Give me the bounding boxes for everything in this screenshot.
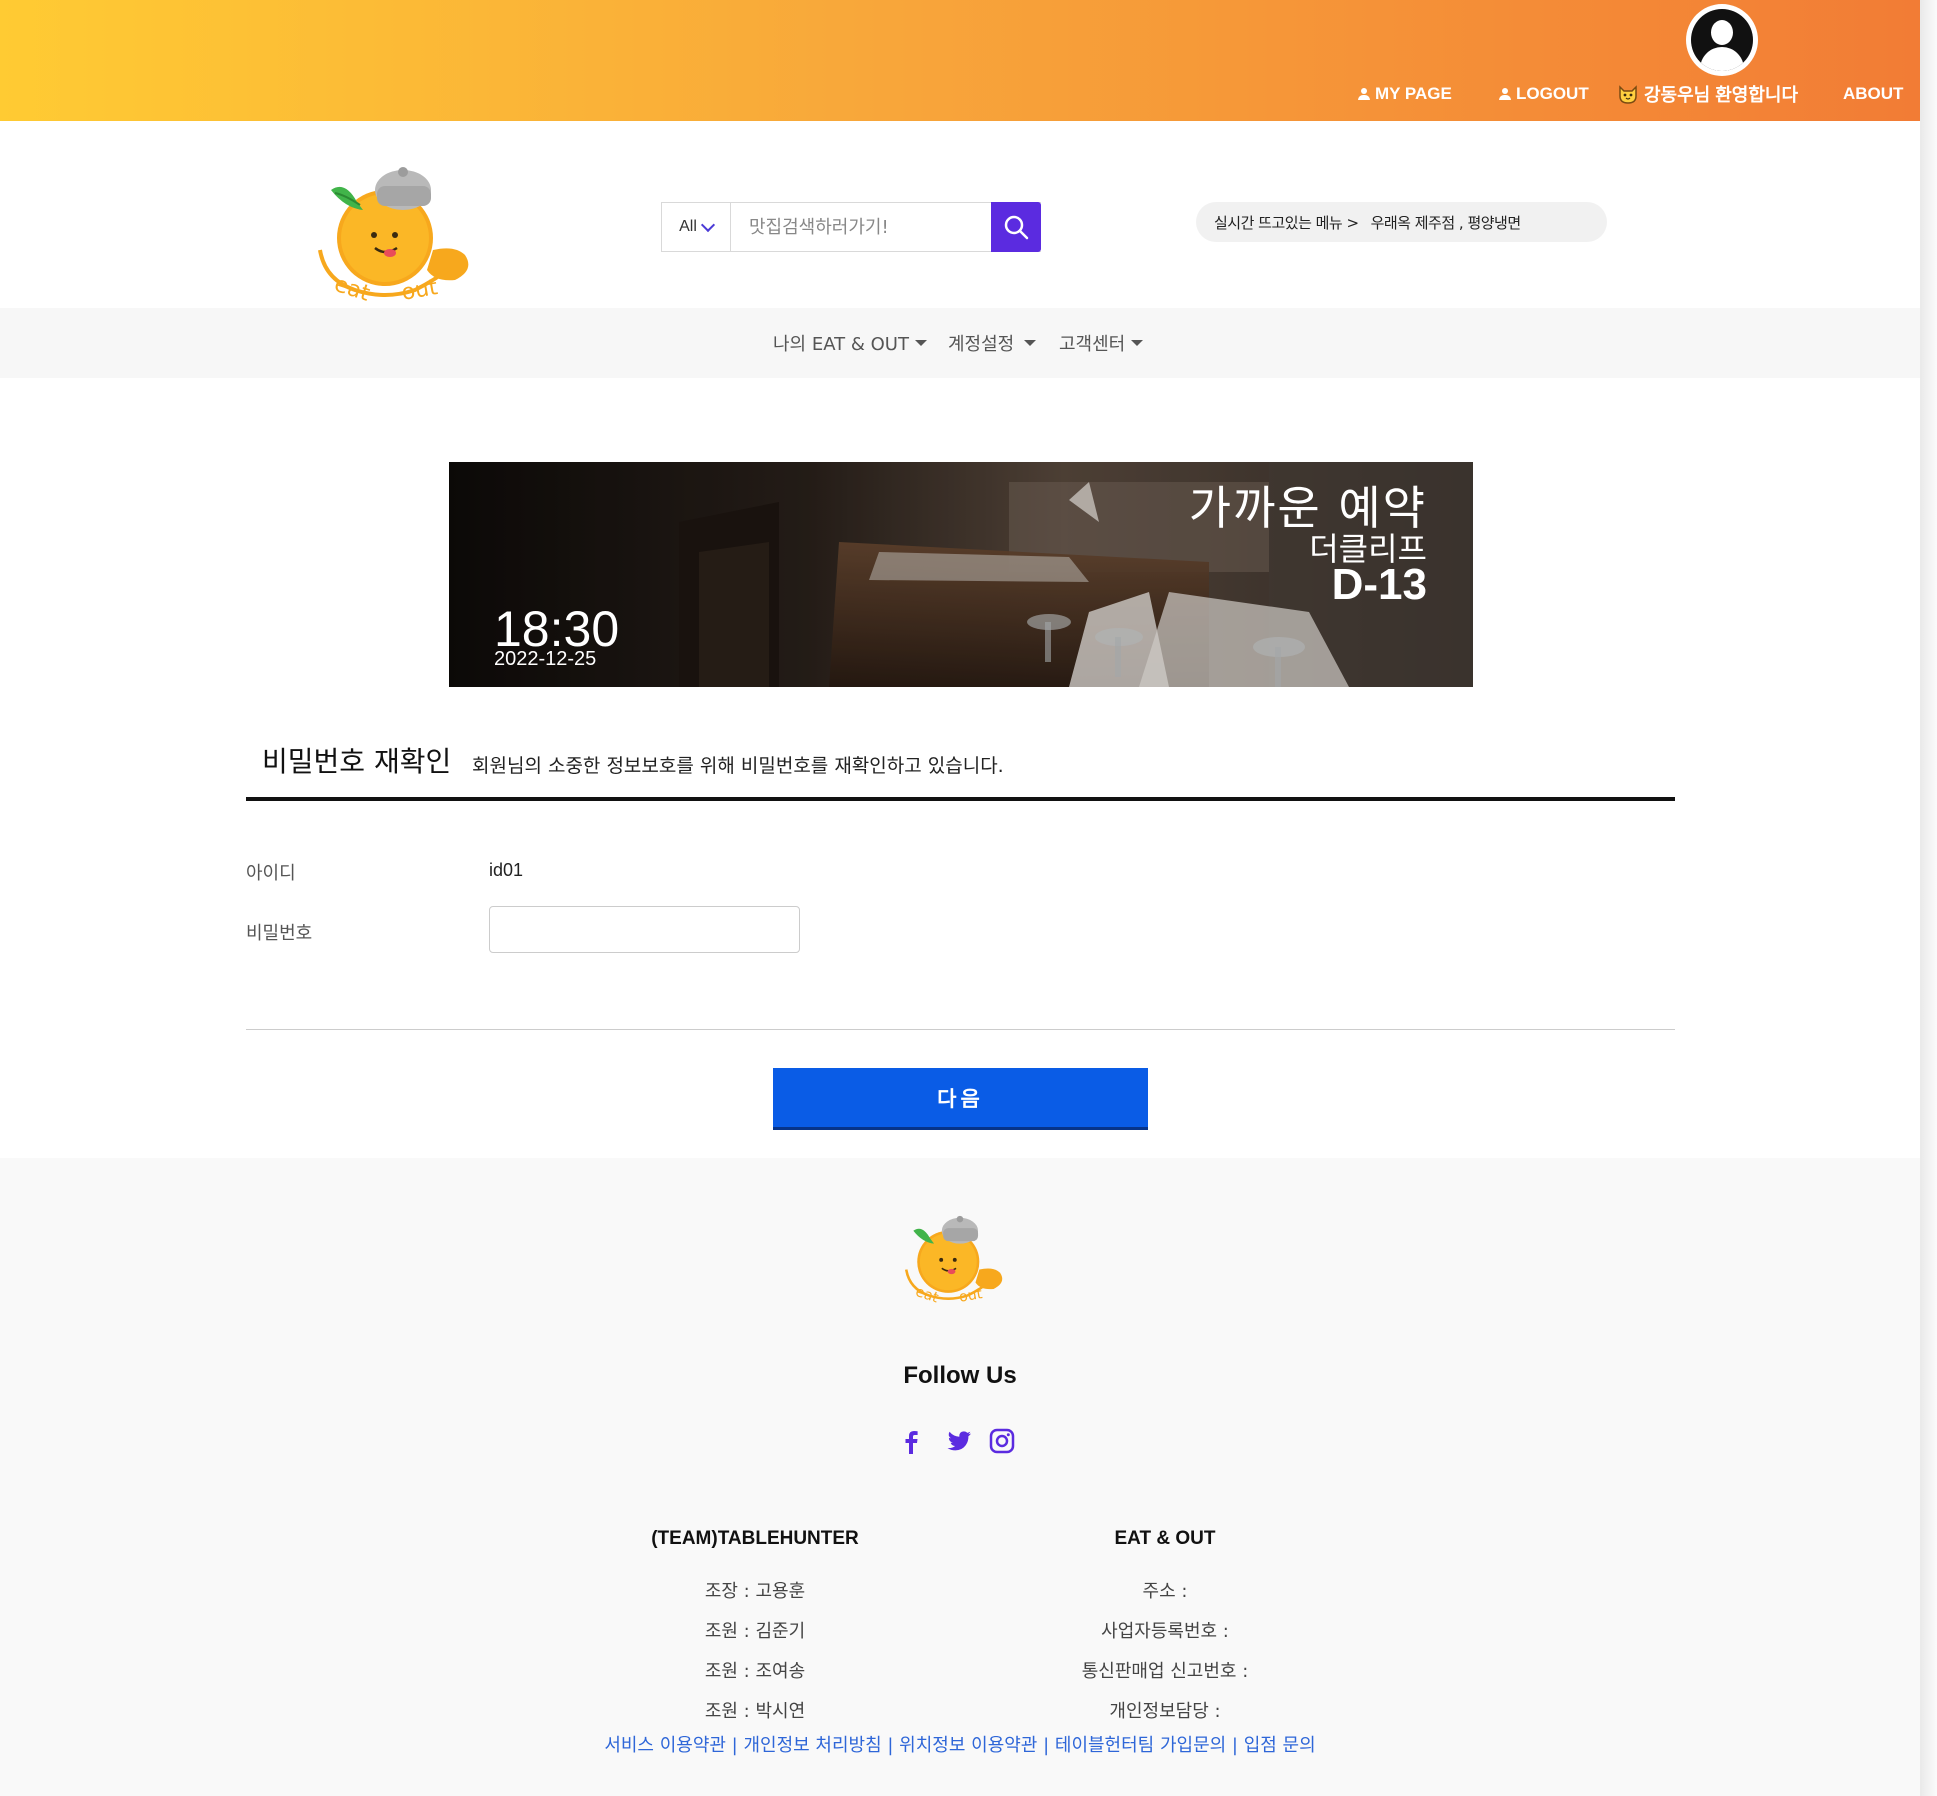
search-category-label: All [679,218,697,235]
avatar[interactable] [1686,4,1758,76]
team-line: 조원 : 박시연 [704,1701,806,1722]
about-label: ABOUT [1843,84,1904,103]
welcome-label: 강동우님 환영합니다 [1644,85,1799,105]
company-line: 개인정보담당 : [1109,1701,1221,1722]
twitter-icon[interactable] [946,1428,972,1454]
company-line: 주소 : [1142,1581,1188,1602]
chevron-down-icon [700,217,715,232]
id-value: id01 [489,860,524,880]
password-input[interactable] [489,906,800,953]
caret-down-icon [1024,340,1037,346]
team-line: 조원 : 조여송 [704,1661,806,1682]
nav-customer-center[interactable]: 고객센터 [1059,330,1144,356]
divider [246,1029,1675,1030]
banner-dday: D-13 [1331,560,1427,609]
caret-down-icon [914,340,927,346]
mypage-label: MY PAGE [1375,84,1452,103]
search-bar: All [661,202,1041,252]
facebook-icon[interactable] [898,1428,924,1454]
follow-us-heading: Follow Us [903,1362,1017,1389]
logout-label: LOGOUT [1516,84,1589,103]
footer-logo[interactable]: eat out [903,1200,1013,1310]
mypage-link[interactable]: MY PAGE [1358,84,1452,104]
search-category-select[interactable]: All [662,203,731,251]
eatout-logo[interactable]: eat out [315,150,485,305]
realtime-label: 실시간 뜨고있는 메뉴 > [1214,213,1359,232]
logout-link[interactable]: LOGOUT [1499,84,1589,104]
id-label: 아이디 [246,863,296,884]
realtime-trending[interactable]: 실시간 뜨고있는 메뉴 > 우래옥 제주점 , 평양냉면 [1196,202,1607,242]
user-icon [1691,9,1753,71]
divider [246,797,1675,801]
svg-text:out: out [400,275,440,305]
password-label: 비밀번호 [246,923,313,944]
person-icon [1499,88,1511,100]
page: MY PAGE LOGOUT 강동우님 환영합니다 ABOUT eat out [0,0,1920,1796]
section-description: 회원님의 소중한 정보보호를 위해 비밀번호를 재확인하고 있습니다. [472,755,1004,777]
team-line: 조원 : 김준기 [704,1621,806,1642]
next-button[interactable]: 다음 [773,1068,1148,1130]
reservation-banner[interactable]: 가까운 예약 더클리프 D-13 18:30 2022-12-25 [449,462,1473,687]
search-button[interactable] [991,202,1041,252]
team-title: (TEAM)TABLEHUNTER [651,1528,859,1549]
company-title: EAT & OUT [1114,1528,1216,1549]
team-line: 조장 : 고용훈 [704,1581,806,1602]
realtime-items: 우래옥 제주점 , 평양냉면 [1370,213,1522,232]
nav-label: 고객센터 [1059,334,1126,355]
welcome-message: 강동우님 환영합니다 [1617,81,1798,107]
nav-my-eatout[interactable]: 나의 EAT & OUT [773,330,927,356]
nav-label: 계정설정 [948,334,1015,355]
search-icon [1004,215,1029,240]
company-line: 사업자등록번호 : [1101,1621,1229,1642]
footer-links[interactable]: 서비스 이용약관 | 개인정보 처리방침 | 위치정보 이용약관 | 테이블헌터… [0,1731,1920,1757]
instagram-icon[interactable] [989,1428,1015,1454]
cat-face-icon [1619,85,1637,104]
nav-label: 나의 EAT & OUT [773,334,909,355]
svg-text:out: out [958,1286,984,1306]
nav-account-settings[interactable]: 계정설정 [948,330,1037,356]
section-title: 비밀번호 재확인 [262,745,452,778]
person-icon [1358,88,1370,100]
banner-date: 2022-12-25 [494,648,597,670]
about-link[interactable]: ABOUT [1843,84,1903,104]
company-line: 통신판매업 신고번호 : [1081,1661,1249,1682]
scrollbar[interactable] [1920,0,1937,1796]
caret-down-icon [1131,340,1144,346]
